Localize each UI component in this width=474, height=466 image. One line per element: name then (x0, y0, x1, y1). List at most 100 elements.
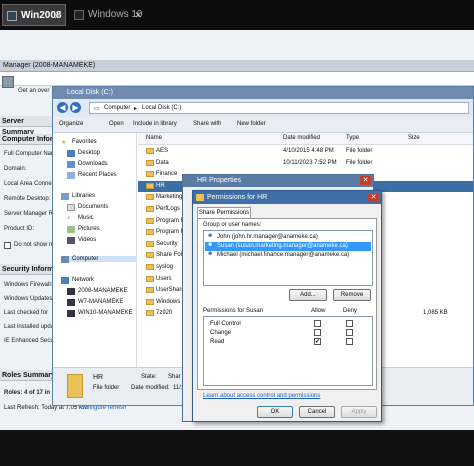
read-allow-checkbox[interactable]: ✔ (314, 338, 321, 345)
permissions-list: Full Control Change Read ✔ (203, 316, 373, 386)
computer-icon (67, 310, 75, 317)
nav-libraries[interactable]: Libraries (61, 193, 95, 200)
add-button[interactable]: Add... (289, 289, 327, 301)
file-name: Program F (156, 229, 185, 236)
file-name: PerfLogs (156, 206, 181, 212)
folder-icon (146, 159, 154, 166)
documents-icon (67, 204, 75, 211)
read-deny-checkbox[interactable] (346, 338, 353, 345)
folder-icon (196, 194, 204, 201)
file-name: AES (156, 148, 169, 154)
apply-button[interactable]: Apply (341, 406, 377, 418)
user-item-susan[interactable]: ☻ Susan (susan.marketing.manager@anameke… (205, 242, 371, 251)
nav-favorites[interactable]: ★ Favorites (61, 139, 97, 146)
nav-music[interactable]: ♪ Music (67, 215, 94, 221)
nav-desktop[interactable]: Desktop (67, 150, 100, 157)
drive-icon: ▭ (94, 106, 100, 112)
nav-downloads[interactable]: Downloads (67, 161, 108, 168)
allow-header: Allow (311, 308, 326, 314)
user-item-john[interactable]: ☻ John (john.hr.manager@anameke.ca) (205, 233, 371, 242)
address-bar-area: ◀ ▶ ▭ Computer ▸ Local Disk (C:) (53, 99, 473, 117)
close-icon[interactable]: ✕ (360, 176, 371, 185)
folder-icon (146, 298, 154, 305)
close-icon[interactable]: ✕ (134, 4, 142, 26)
file-name: Windows (156, 298, 181, 305)
nav-documents[interactable]: Documents (67, 204, 108, 211)
nav-computer[interactable]: Computer (61, 256, 137, 263)
user-icon: ☻ (207, 233, 214, 239)
nav-network-host[interactable]: 2008-MANAMEKE (67, 288, 128, 295)
nav-network-host[interactable]: W7-MANAMEKE (67, 299, 123, 306)
organize-button[interactable]: Organize (59, 121, 83, 127)
file-name: UserShare (156, 287, 185, 294)
forward-icon[interactable]: ▶ (70, 102, 81, 113)
address-input[interactable]: ▭ Computer ▸ Local Disk (C:) (89, 102, 469, 114)
server-summary-header[interactable]: Server Summary (0, 116, 56, 136)
folder-icon (146, 252, 154, 259)
column-date-modified[interactable]: Date modified (283, 135, 320, 141)
share-with-button[interactable]: Share with (193, 121, 221, 127)
close-icon[interactable]: ✕ (368, 193, 379, 202)
explorer-title: Local Disk (C:) (53, 87, 473, 99)
computer-icon (61, 256, 69, 263)
access-control-link[interactable]: Learn about access control and permissio… (203, 393, 320, 399)
downloads-icon (67, 161, 75, 168)
command-bar: Organize Open Include in library Share w… (53, 117, 473, 133)
user-item-michael[interactable]: ☻ Michael (michael.finance.manager@aname… (205, 251, 371, 260)
column-size[interactable]: Size (408, 135, 420, 141)
roles-count: Roles: 4 of 17 in (4, 390, 51, 396)
security-line: Last checked for (4, 310, 49, 316)
folder-icon (146, 194, 154, 201)
pictures-icon (67, 226, 75, 233)
back-icon[interactable]: ◀ (57, 102, 68, 113)
security-info-header[interactable]: Security Inform (0, 264, 56, 275)
file-date: 4/10/2015 4:48 PM (283, 148, 334, 154)
new-folder-button[interactable]: New folder (237, 121, 266, 127)
ok-button[interactable]: OK (257, 406, 293, 418)
nav-network[interactable]: Network (61, 277, 94, 284)
computer-info-line: Product ID: (4, 226, 35, 232)
breadcrumb-local-disk[interactable]: Local Disk (C:) (142, 105, 181, 111)
computer-info-header[interactable]: Computer Infor (0, 134, 56, 145)
security-line: Windows Updates (4, 296, 53, 302)
open-button[interactable]: Open (109, 121, 124, 127)
full-control-allow-checkbox[interactable] (314, 320, 321, 327)
remove-button[interactable]: Remove (333, 289, 371, 301)
perm-full-control: Full Control (210, 321, 241, 327)
cancel-button[interactable]: Cancel (299, 406, 335, 418)
computer-info-line: Local Area Connect (4, 181, 57, 187)
computer-info-line: Domain: (4, 166, 27, 172)
roles-summary-header[interactable]: Roles Summary (0, 370, 56, 381)
vm-tab-windows10[interactable]: Windows 10 ✕ (70, 4, 146, 26)
group-users-label: Group or user names: (203, 222, 262, 228)
nav-videos[interactable]: Videos (67, 237, 96, 244)
file-row[interactable]: AES 4/10/2015 4:48 PM File folder (138, 146, 473, 157)
desktop-icon (67, 150, 75, 157)
file-name: HR (156, 182, 165, 189)
do-not-show-label: Do not show m (14, 242, 55, 248)
full-control-deny-checkbox[interactable] (346, 320, 353, 327)
do-not-show-checkbox[interactable] (4, 242, 11, 249)
include-library-button[interactable]: Include in library (133, 121, 177, 127)
folder-icon (67, 374, 83, 398)
tab-share-permissions[interactable]: Share Permissions (197, 207, 251, 218)
column-name[interactable]: Name (146, 135, 162, 141)
change-allow-checkbox[interactable] (314, 329, 321, 336)
file-name: Data (156, 159, 169, 166)
vm-icon (74, 10, 84, 20)
file-row[interactable]: Data 10/11/2023 7:52 PM File folder (138, 158, 473, 169)
vm-tab-win2008[interactable]: Win2008 ✕ (2, 4, 66, 26)
folder-icon (146, 229, 154, 236)
column-type[interactable]: Type (346, 135, 359, 141)
user-icon: ☻ (207, 242, 214, 248)
nav-network-host[interactable]: WIN10-MANAMEKE (67, 310, 133, 317)
change-deny-checkbox[interactable] (346, 329, 353, 336)
nav-pictures[interactable]: Pictures (67, 226, 100, 233)
details-state-label: State: (141, 374, 157, 380)
nav-recent-places[interactable]: Recent Places (67, 172, 117, 179)
close-icon[interactable]: ✕ (53, 5, 61, 27)
breadcrumb-computer[interactable]: Computer (104, 105, 130, 111)
server-manager-title: Manager (2008-MANAMEKE) (0, 60, 474, 72)
security-line: Last installed upda (4, 324, 55, 330)
star-icon: ★ (61, 140, 67, 146)
